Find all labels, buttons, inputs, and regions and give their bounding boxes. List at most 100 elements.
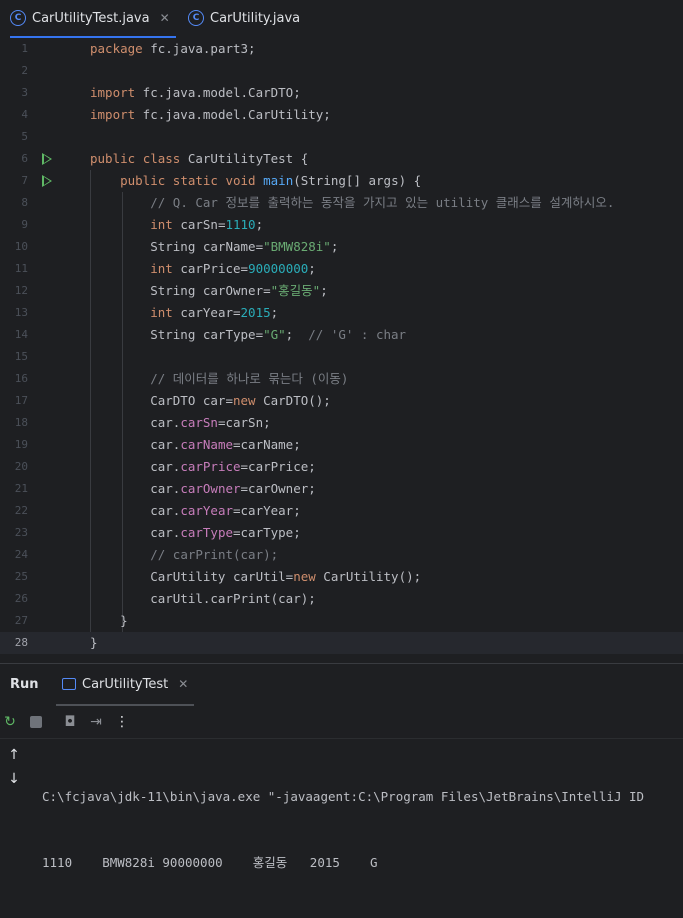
code-line[interactable]: 26 carUtil.carPrint(car); [0,588,683,610]
code-line[interactable]: 28} [0,632,683,654]
run-panel-title[interactable]: Run [10,677,39,692]
code-line[interactable]: 4 import fc.java.model.CarUtility; [0,104,683,126]
code-text: } [90,635,98,650]
console-side-bar: ↑ ↓ [0,739,30,796]
exit-icon[interactable]: ⇥ [88,714,104,730]
line-number: 13 [14,306,28,319]
line-number: 3 [21,86,28,99]
code-text: } [90,613,128,628]
code-editor[interactable]: 1 package fc.java.part3; 2 3 import fc.java.… [0,38,683,663]
line-number: 24 [14,548,28,561]
line-number: 7 [21,174,28,187]
line-number: 12 [14,284,28,297]
run-gutter-icon[interactable] [42,175,52,187]
console-line: C:\fcjava\jdk-11\bin\java.exe "-javaagen… [42,789,645,804]
code-line[interactable]: 27 } [0,610,683,632]
code-line[interactable]: 25 CarUtility carUtil=new CarUtility(); [0,566,683,588]
code-text: CarUtility carUtil=new CarUtility(); [90,569,422,584]
code-text: car.carPrice=carPrice; [90,459,316,474]
code-line[interactable]: 22 car.carYear=carYear; [0,500,683,522]
code-text: // 데이터를 하나로 묶는다 (이동) [150,371,349,386]
code-text: import fc.java.model.CarUtility; [90,107,331,122]
line-number: 23 [14,526,28,539]
code-line[interactable]: 11 int carPrice=90000000; [0,258,683,280]
code-line[interactable]: 6 public class CarUtilityTest { [0,148,683,170]
code-line[interactable]: 19 car.carName=carName; [0,434,683,456]
code-line[interactable]: 18 car.carSn=carSn; [0,412,683,434]
line-number: 28 [14,636,28,649]
camera-icon[interactable]: ◘ [62,714,78,730]
line-number: 11 [14,262,28,275]
line-number: 17 [14,394,28,407]
line-number: 18 [14,416,28,429]
close-icon[interactable]: ✕ [178,677,188,691]
code-line[interactable]: 7 public static void main(String[] args)… [0,170,683,192]
run-tab[interactable]: CarUtilityTest ✕ [56,664,195,706]
code-text: String carType="G"; // 'G' : char [90,327,407,342]
code-line[interactable]: 1 package fc.java.part3; [0,38,683,60]
line-number: 6 [21,152,28,165]
code-text: carUtil.carPrint(car); [90,591,316,606]
code-text: car.carSn=carSn; [90,415,271,430]
code-line[interactable]: 12 String carOwner="홍길동"; [0,280,683,302]
console-line: 1110 BMW828i 90000000 홍길동 2015 G [42,855,378,870]
console-output[interactable]: C:\fcjava\jdk-11\bin\java.exe "-javaagen… [42,742,644,918]
code-text: int carYear=2015; [150,305,279,320]
class-icon: C [10,10,26,26]
run-gutter-icon[interactable] [42,153,52,165]
code-line[interactable]: 10 String carName="BMW828i"; [0,236,683,258]
code-text: car.carType=carType; [90,525,301,540]
close-icon[interactable]: ✕ [160,11,170,25]
line-number: 16 [14,372,28,385]
code-line[interactable]: 23 car.carType=carType; [0,522,683,544]
code-text: public class CarUtilityTest { [90,151,309,166]
code-text: car.carName=carName; [90,437,301,452]
run-panel: Run CarUtilityTest ✕ ↻ ◘ ⇥ ⋮ ↑ ↓ C:\fcja… [0,663,683,870]
code-text: String carName="BMW828i"; [90,239,339,254]
code-line[interactable]: 16 // 데이터를 하나로 묶는다 (이동) [0,368,683,390]
line-number: 4 [21,108,28,121]
line-number: 5 [21,130,28,143]
rerun-icon[interactable]: ↻ [2,714,18,730]
tab-carutility[interactable]: C CarUtility.java [188,0,300,36]
more-icon[interactable]: ⋮ [114,714,130,730]
code-line[interactable]: 20 car.carPrice=carPrice; [0,456,683,478]
code-line[interactable]: 17 CarDTO car=new CarDTO(); [0,390,683,412]
code-line[interactable]: 3 import fc.java.model.CarDTO; [0,82,683,104]
line-number: 10 [14,240,28,253]
code-text: package fc.java.part3; [90,41,256,56]
line-number: 1 [21,42,28,55]
code-line[interactable]: 9 int carSn=1110; [0,214,683,236]
code-text: int carSn=1110; [150,217,264,232]
run-toolbar: ↻ ◘ ⇥ ⋮ [0,708,683,739]
code-line[interactable]: 5 [0,126,683,148]
code-line[interactable]: 2 [0,60,683,82]
run-panel-header: Run CarUtilityTest ✕ [0,664,683,706]
tab-carutilitytest[interactable]: C CarUtilityTest.java ✕ [10,0,176,38]
code-line[interactable]: 13 int carYear=2015; [0,302,683,324]
code-line[interactable]: 14 String carType="G"; // 'G' : char [0,324,683,346]
line-number: 9 [21,218,28,231]
line-number: 8 [21,196,28,209]
arrow-down-icon[interactable]: ↓ [6,771,22,787]
line-number: 22 [14,504,28,517]
line-number: 20 [14,460,28,473]
code-text: String carOwner="홍길동"; [90,283,328,298]
stop-icon[interactable] [28,714,44,730]
line-number: 26 [14,592,28,605]
code-line[interactable]: 24 // carPrint(car); [0,544,683,566]
code-text: car.carYear=carYear; [90,503,301,518]
tab-label: CarUtility.java [210,10,301,26]
code-line[interactable]: 15 [0,346,683,368]
line-number: 19 [14,438,28,451]
line-number: 2 [21,64,28,77]
code-line[interactable]: 8 // Q. Car 정보를 출력하는 동작을 가지고 있는 utility … [0,192,683,214]
code-line[interactable]: 21 car.carOwner=carOwner; [0,478,683,500]
code-text: // carPrint(car); [150,547,279,562]
line-number: 25 [14,570,28,583]
line-number: 14 [14,328,28,341]
arrow-up-icon[interactable]: ↑ [6,747,22,763]
code-text: car.carOwner=carOwner; [90,481,316,496]
line-number: 27 [14,614,28,627]
console-icon [62,678,76,690]
